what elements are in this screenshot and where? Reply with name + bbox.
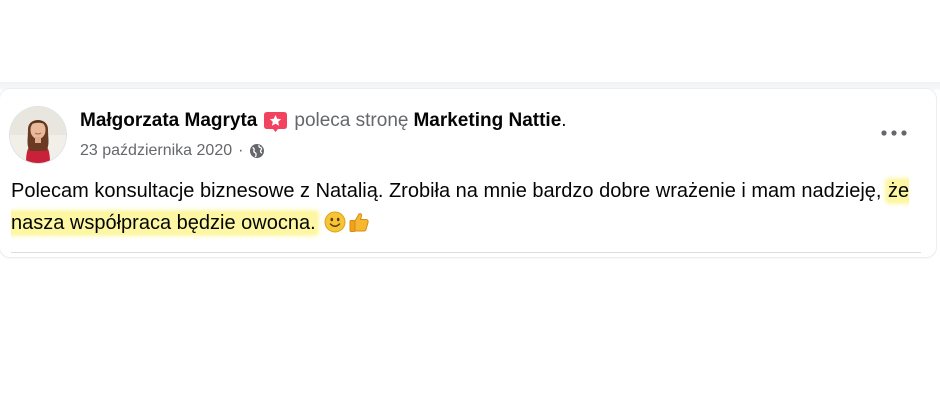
post-text: Polecam konsultacje biznesowe z Natalią.… [11, 175, 916, 239]
thumbs-up-emoji [348, 211, 370, 233]
author-name[interactable]: Małgorzata Magryta [80, 110, 257, 132]
meta-separator: · [238, 142, 244, 159]
more-options-icon [881, 130, 907, 136]
avatar-photo [10, 107, 66, 163]
post-text-plain: Polecam konsultacje biznesowe z Natalią.… [11, 180, 887, 202]
page: Małgorzata Magryta poleca stronę Marketi… [0, 0, 940, 400]
slightly-smiling-face-emoji [324, 211, 346, 233]
recommends-text: poleca stronę [294, 110, 409, 131]
avatar[interactable] [10, 107, 66, 163]
page-link[interactable]: Marketing Nattie [413, 110, 561, 132]
header-period: . [561, 110, 567, 131]
post-meta: 23 października 2020 · [80, 140, 265, 162]
post-header: Małgorzata Magryta poleca stronę Marketi… [80, 107, 567, 135]
star-recommendation-icon [263, 111, 288, 133]
post-date-link[interactable]: 23 października 2020 [80, 142, 232, 160]
more-options-button[interactable] [874, 118, 914, 148]
globe-icon[interactable] [249, 143, 265, 159]
post-divider [11, 252, 921, 253]
